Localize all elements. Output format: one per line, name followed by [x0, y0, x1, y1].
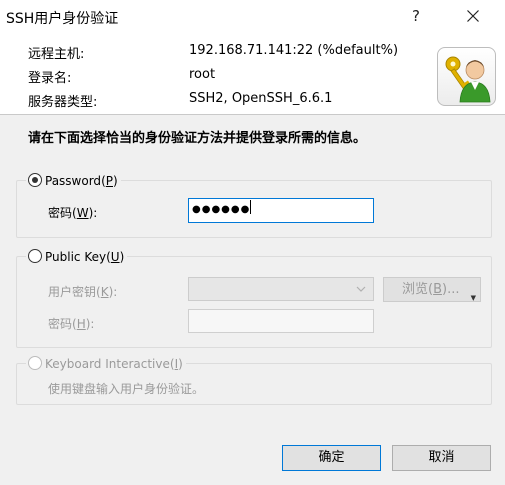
browse-button-label: 浏览 [402, 282, 429, 297]
remote-host-value: 192.168.71.141:22 (%default%) [189, 43, 399, 58]
window-title: SSH用户身份验证 [6, 11, 119, 27]
login-name-value: root [189, 67, 216, 82]
ok-button[interactable]: 确定 [282, 445, 381, 471]
password-radio-label: Password [45, 174, 102, 188]
public-key-option[interactable]: Public Key(U) [26, 249, 128, 264]
user-key-icon [437, 47, 496, 106]
login-name-label: 登录名: [28, 71, 72, 86]
public-key-access-key: U [110, 250, 120, 264]
user-key-select[interactable] [188, 277, 374, 301]
close-button[interactable] [450, 0, 496, 32]
cancel-button[interactable]: 取消 [392, 445, 491, 471]
password-radio-access-key: P [105, 174, 113, 188]
dropdown-arrow-icon: ▼ [470, 294, 476, 302]
keyboard-interactive-option[interactable]: Keyboard Interactive(I) [26, 356, 186, 371]
password-input[interactable]: ●●●●●● [188, 198, 374, 223]
keyboard-interactive-description: 使用键盘输入用户身份验证。 [48, 382, 205, 396]
user-key-access-key: K [100, 285, 109, 299]
password-option[interactable]: Password(P) [26, 173, 121, 188]
user-key-label: 用户密钥(K): [48, 285, 118, 299]
user-key-label-text: 用户密钥 [48, 285, 97, 299]
chevron-down-icon [356, 284, 366, 297]
passphrase-access-key: H [76, 317, 86, 331]
help-button[interactable]: ? [393, 0, 439, 32]
password-field-access-key: W [76, 206, 89, 220]
keyboard-interactive-radio[interactable] [28, 356, 42, 370]
public-key-group [16, 256, 492, 348]
browse-button[interactable]: 浏览(B)... ▼ [383, 277, 481, 302]
browse-access-key: B [433, 282, 443, 297]
server-type-label: 服务器类型: [28, 95, 98, 110]
password-field-label-text: 密码 [48, 206, 73, 220]
title-bar: SSH用户身份验证 ? [0, 0, 505, 32]
password-masked-value: ●●●●●● [192, 204, 251, 215]
passphrase-input[interactable] [188, 309, 374, 333]
close-icon [467, 10, 479, 22]
public-key-radio-label: Public Key [45, 250, 107, 264]
password-field-label: 密码(W): [48, 206, 98, 220]
passphrase-label: 密码(H): [48, 317, 95, 331]
remote-host-label: 远程主机: [28, 47, 85, 62]
passphrase-label-text: 密码 [48, 317, 73, 331]
instruction-text: 请在下面选择恰当的身份验证方法并提供登录所需的信息。 [28, 131, 367, 146]
password-radio[interactable] [28, 173, 42, 187]
browse-ellipsis: ... [447, 282, 460, 297]
keyboard-interactive-access-key: I [174, 357, 179, 371]
server-type-value: SSH2, OpenSSH_6.6.1 [189, 91, 333, 106]
keyboard-interactive-label: Keyboard Interactive [45, 357, 170, 371]
public-key-radio[interactable] [28, 249, 42, 263]
connection-info-panel: 远程主机: 192.168.71.141:22 (%default%) 登录名:… [0, 32, 505, 115]
text-caret [250, 200, 252, 214]
